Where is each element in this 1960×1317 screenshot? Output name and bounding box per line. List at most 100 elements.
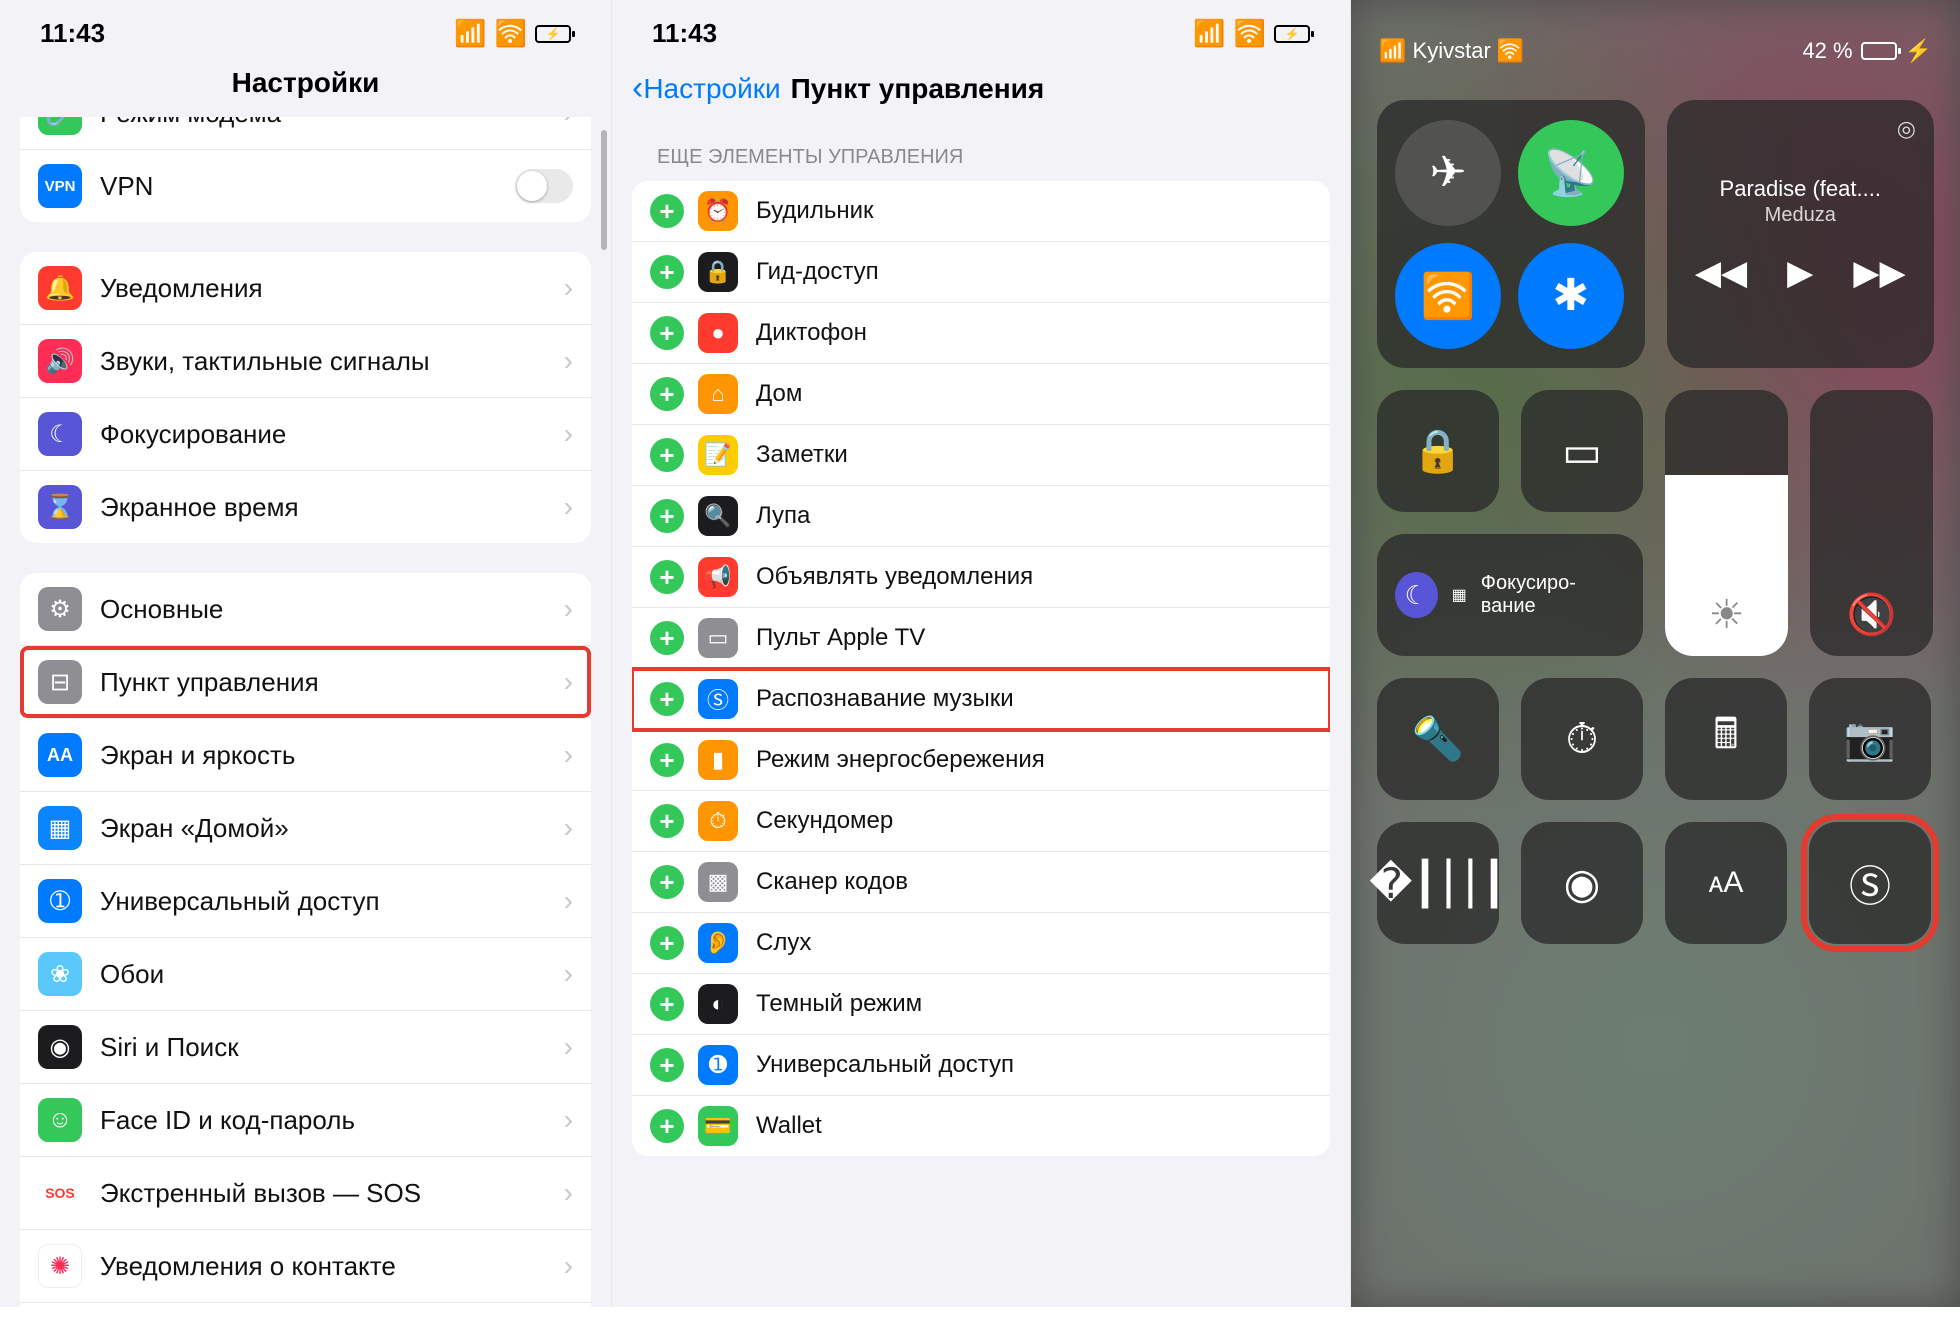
- focus-tile[interactable]: ☾ ▦ Фокусиро- вание: [1377, 534, 1643, 656]
- control-center-settings-screen: 11:43 📶 🛜 ⚡ ‹ Настройки Пункт управления…: [611, 0, 1351, 1307]
- cc-item-shazam[interactable]: +ⓈРаспознавание музыки: [632, 669, 1330, 730]
- forward-button[interactable]: ▶▶: [1853, 253, 1905, 293]
- row-sos[interactable]: SOSЭкстренный вызов — SOS›: [20, 1157, 591, 1230]
- add-button[interactable]: +: [650, 1109, 684, 1143]
- row-exposure[interactable]: ✺Уведомления о контакте›: [20, 1230, 591, 1303]
- calculator-button[interactable]: 🖩: [1665, 678, 1787, 800]
- add-button[interactable]: +: [650, 255, 684, 289]
- cc-item-qr[interactable]: + ▩ Сканер кодов: [632, 852, 1330, 913]
- chevron-right-icon: ›: [564, 1104, 573, 1136]
- cc-item-guided[interactable]: +🔒Гид-доступ: [632, 242, 1330, 303]
- row-sounds[interactable]: 🔊 Звуки, тактильные сигналы ›: [20, 325, 591, 398]
- add-button[interactable]: +: [650, 316, 684, 350]
- wifi-button[interactable]: 🛜: [1395, 243, 1501, 349]
- row-label: Siri и Поиск: [100, 1032, 564, 1063]
- access-icon: ➊: [698, 1045, 738, 1085]
- add-button[interactable]: +: [650, 499, 684, 533]
- cc-item-lowpower[interactable]: +▮Режим энергосбережения: [632, 730, 1330, 791]
- cc-item-alarm[interactable]: +⏰Будильник: [632, 181, 1330, 242]
- add-button[interactable]: +: [650, 682, 684, 716]
- scrollbar[interactable]: [601, 130, 607, 250]
- row-home[interactable]: ▦Экран «Домой»›: [20, 792, 591, 865]
- row-hotspot[interactable]: 🔗 Режим модема ›: [20, 117, 591, 150]
- add-button[interactable]: +: [650, 194, 684, 228]
- switches-icon: ⊟: [38, 660, 82, 704]
- cc-item-access[interactable]: +➊Универсальный доступ: [632, 1035, 1330, 1096]
- chevron-right-icon: ›: [564, 958, 573, 990]
- play-button[interactable]: ▶: [1787, 253, 1813, 293]
- add-button[interactable]: +: [650, 804, 684, 838]
- row-notifications[interactable]: 🔔 Уведомления ›: [20, 252, 591, 325]
- notes-icon: 📝: [698, 435, 738, 475]
- row-gear[interactable]: ⚙Основные›: [20, 573, 591, 646]
- row-label: Фокусирование: [100, 419, 564, 450]
- row-battery[interactable]: ▮Аккумулятор›: [20, 1303, 591, 1317]
- media-artist: Meduza: [1765, 204, 1836, 227]
- orientation-lock-button[interactable]: 🔒: [1377, 390, 1499, 512]
- row-faceid[interactable]: ☺Face ID и код-пароль›: [20, 1084, 591, 1157]
- add-button[interactable]: +: [650, 926, 684, 960]
- row-accessibility[interactable]: ➀Универсальный доступ›: [20, 865, 591, 938]
- wallpaper-icon: ❀: [38, 952, 82, 996]
- row-label: Пункт управления: [100, 667, 564, 698]
- airplane-button[interactable]: ✈︎: [1395, 120, 1501, 226]
- row-label: Сканер кодов: [756, 868, 1312, 896]
- darkmode-icon: ◐: [698, 984, 738, 1024]
- back-label: Настройки: [643, 73, 780, 105]
- back-button[interactable]: ‹ Настройки: [632, 69, 781, 108]
- brightness-slider[interactable]: ☀︎: [1665, 390, 1788, 656]
- row-wallpaper[interactable]: ❀ Обои›: [20, 938, 591, 1011]
- hearing-icon: 👂: [698, 923, 738, 963]
- cc-item-hearing[interactable]: +👂Слух: [632, 913, 1330, 974]
- timer-button[interactable]: ⏱: [1521, 678, 1643, 800]
- row-vpn[interactable]: VPN VPN: [20, 150, 591, 222]
- media-tile[interactable]: ◎ Paradise (feat.... Meduza ◀◀ ▶ ▶▶: [1667, 100, 1935, 368]
- volume-slider[interactable]: 🔇: [1810, 390, 1933, 656]
- camera-button[interactable]: 📷: [1809, 678, 1931, 800]
- add-button[interactable]: +: [650, 438, 684, 472]
- cc-item-remote[interactable]: +▭Пульт Apple TV: [632, 608, 1330, 669]
- rewind-button[interactable]: ◀◀: [1695, 253, 1747, 293]
- cc-item-home-app[interactable]: +⌂Дом: [632, 364, 1330, 425]
- row-label: Распознавание музыки: [756, 685, 1312, 713]
- add-button[interactable]: +: [650, 377, 684, 411]
- cc-item-stopwatch[interactable]: +⏱Секундомер: [632, 791, 1330, 852]
- add-button[interactable]: +: [650, 560, 684, 594]
- cc-item-magnifier[interactable]: +🔍Лупа: [632, 486, 1330, 547]
- add-button[interactable]: +: [650, 743, 684, 777]
- moon-icon: ☾: [1395, 572, 1438, 618]
- qr-icon: ▩: [698, 862, 738, 902]
- status-time: 11:43: [40, 18, 105, 49]
- connectivity-tile[interactable]: ✈︎ 📡 🛜 ✱: [1377, 100, 1645, 368]
- sos-icon: SOS: [38, 1171, 82, 1215]
- add-button[interactable]: +: [650, 1048, 684, 1082]
- sound-icon: 🔊: [38, 339, 82, 383]
- add-button[interactable]: +: [650, 865, 684, 899]
- row-siri[interactable]: ◉Siri и Поиск›: [20, 1011, 591, 1084]
- row-brightness[interactable]: AAЭкран и яркость›: [20, 719, 591, 792]
- cellular-button[interactable]: 📡: [1518, 120, 1624, 226]
- cc-item-wallet[interactable]: +💳Wallet: [632, 1096, 1330, 1156]
- row-focus[interactable]: ☾ Фокусирование ›: [20, 398, 591, 471]
- airplay-icon[interactable]: ◎: [1897, 116, 1916, 142]
- row-label: Обои: [100, 959, 564, 990]
- screen-record-button[interactable]: ◉: [1521, 822, 1643, 944]
- shazam-button[interactable]: Ⓢ: [1809, 822, 1931, 944]
- cc-item-voice[interactable]: +●Диктофон: [632, 303, 1330, 364]
- add-button[interactable]: +: [650, 987, 684, 1021]
- control-center: ✈︎ 📡 🛜 ✱ ◎ Paradise (feat.... Meduza ◀◀ …: [1351, 0, 1960, 944]
- cc-item-darkmode[interactable]: +◐Темный режим: [632, 974, 1330, 1035]
- row-label: Дом: [756, 380, 1312, 408]
- vpn-switch[interactable]: [515, 169, 573, 203]
- row-screentime[interactable]: ⌛ Экранное время ›: [20, 471, 591, 543]
- flashlight-button[interactable]: 🔦: [1377, 678, 1499, 800]
- row-switches[interactable]: ⊟Пункт управления›: [20, 646, 591, 719]
- cc-item-notes[interactable]: +📝Заметки: [632, 425, 1330, 486]
- bluetooth-button[interactable]: ✱: [1518, 243, 1624, 349]
- sound-recognition-button[interactable]: �┃⎮⎮┃: [1377, 822, 1499, 944]
- page-title: Пункт управления: [791, 73, 1045, 105]
- cc-item-announce[interactable]: +📢Объявлять уведомления: [632, 547, 1330, 608]
- add-button[interactable]: +: [650, 621, 684, 655]
- text-size-button[interactable]: ᴀA: [1665, 822, 1787, 944]
- screen-mirroring-button[interactable]: ▭: [1521, 390, 1643, 512]
